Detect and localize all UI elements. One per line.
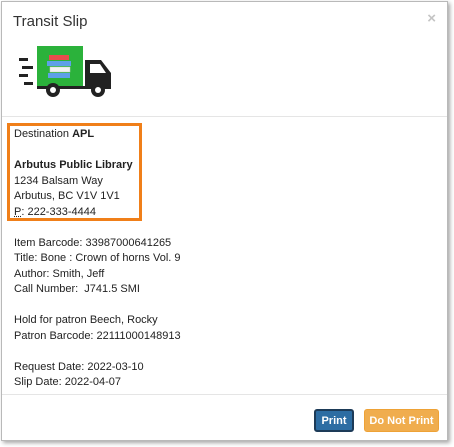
phone-value: : 222-333-4444 [21, 205, 96, 218]
item-barcode: Item Barcode: 33987000641265 [14, 236, 172, 249]
dialog-header: Transit Slip × [2, 2, 447, 117]
patron-barcode: Patron Barcode: 22111000148913 [14, 329, 181, 342]
do-not-print-button[interactable]: Do Not Print [364, 409, 439, 432]
print-button[interactable]: Print [314, 409, 354, 432]
dialog-footer: Print Do Not Print [2, 394, 447, 441]
close-icon[interactable]: × [427, 10, 436, 27]
request-date: Request Date: 2022-03-10 [14, 360, 144, 373]
destination-code: APL [72, 128, 95, 140]
dialog-title: Transit Slip [13, 13, 88, 30]
library-city: Arbutus, BC V1V 1V1 [14, 190, 120, 202]
destination-label: Destination [14, 128, 73, 140]
slip-date: Slip Date: 2022-04-07 [14, 376, 122, 388]
library-street: 1234 Balsam Way [14, 174, 103, 187]
slip-content: Destination APL Arbutus Public Library 1… [14, 127, 181, 391]
item-author: Author: Smith, Jeff [14, 267, 105, 280]
item-title: Title: Bone : Crown of horns Vol. 9 [14, 252, 181, 264]
delivery-truck-icon [19, 46, 115, 103]
item-call-number: Call Number: J741.5 SMI [14, 283, 140, 295]
library-name: Arbutus Public Library [14, 159, 133, 171]
hold-patron: Hold for patron Beech, Rocky [14, 314, 158, 326]
transit-slip-dialog: Transit Slip × Destination APL Arbutus P… [1, 1, 448, 441]
library-phone: P: 222-333-4444 [14, 205, 181, 221]
destination-line: Destination APL [14, 127, 181, 143]
